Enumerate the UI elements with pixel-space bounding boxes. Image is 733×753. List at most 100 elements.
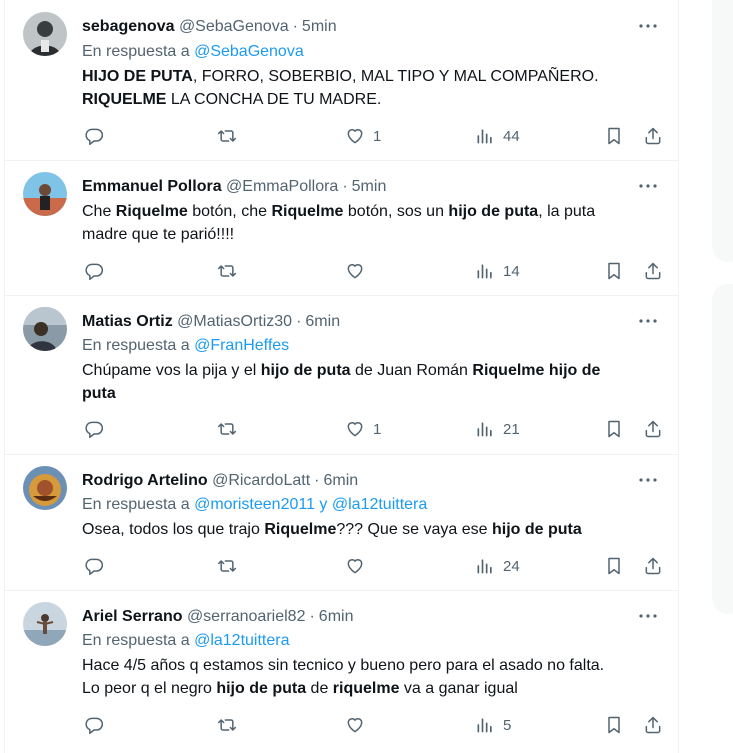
tweet-header: Ariel Serrano @serranoariel82 · 6min <box>82 607 353 627</box>
handle[interactable]: @EmmaPollora <box>226 178 338 195</box>
text: madre que te parió!!!! <box>82 226 235 243</box>
like-button[interactable] <box>345 260 373 282</box>
reply-button[interactable] <box>84 125 104 147</box>
share-button[interactable] <box>643 555 663 577</box>
share-button[interactable] <box>643 125 663 147</box>
tweet[interactable]: sebagenova @SebaGenova · 5min En respuesta… <box>5 0 678 161</box>
avatar[interactable] <box>23 172 67 216</box>
more-icon[interactable] <box>636 16 660 36</box>
reply-button[interactable] <box>84 260 104 282</box>
handle[interactable]: @SebaGenova <box>179 18 289 35</box>
retweet-button[interactable] <box>216 555 238 577</box>
views-icon <box>477 264 492 279</box>
more-icon[interactable] <box>636 176 660 196</box>
tweet-header: Emmanuel Pollora @EmmaPollora · 5min <box>82 177 386 197</box>
timestamp[interactable]: 5min <box>302 18 337 35</box>
text: botón, sos un <box>343 203 449 220</box>
handle[interactable]: @RicardoLatt <box>212 472 310 489</box>
bookmark-button[interactable] <box>604 555 624 577</box>
reply-to-link[interactable]: @SebaGenova <box>194 43 304 60</box>
tweet[interactable]: Emmanuel Pollora @EmmaPollora · 5min Che R… <box>5 160 678 296</box>
handle[interactable]: @serranoariel82 <box>187 608 306 625</box>
tweet[interactable]: Matias Ortiz @MatiasOrtiz30 · 6min En resp… <box>5 295 678 455</box>
like-button[interactable]: 1 <box>345 418 381 440</box>
reply-prefix: En respuesta a <box>82 632 190 649</box>
reply-to-link[interactable]: @FranHeffes <box>194 337 289 354</box>
tweet-text: Chúpame vos la pija y el hijo de puta de… <box>82 359 652 405</box>
timeline: sebagenova @SebaGenova · 5min En respuesta… <box>4 0 679 753</box>
more-icon[interactable] <box>636 606 660 626</box>
share-button[interactable] <box>643 260 663 282</box>
more-icon[interactable] <box>636 311 660 331</box>
retweet-icon <box>217 130 237 142</box>
reply-to-link[interactable]: @moristeen2011 y @la12tuittera <box>194 496 427 513</box>
reply-button[interactable] <box>84 418 104 440</box>
bookmark-button[interactable] <box>604 260 624 282</box>
like-button[interactable] <box>345 555 373 577</box>
bookmark-button[interactable] <box>604 418 624 440</box>
display-name[interactable]: Rodrigo Artelino <box>82 472 208 489</box>
display-name[interactable]: Ariel Serrano <box>82 608 182 625</box>
views-button[interactable]: 5 <box>475 714 511 736</box>
more-icon[interactable] <box>636 470 660 490</box>
share-button[interactable] <box>643 714 663 736</box>
bookmark-icon <box>608 127 620 145</box>
retweet-button[interactable] <box>216 260 238 282</box>
tweet-text: Hace 4/5 años q estamos sin tecnico y bu… <box>82 654 652 700</box>
like-button[interactable]: 1 <box>345 125 381 147</box>
bookmark-icon <box>608 262 620 280</box>
heart-icon <box>347 559 363 574</box>
handle[interactable]: @MatiasOrtiz30 <box>177 313 292 330</box>
reply-icon <box>85 128 104 146</box>
views-button[interactable]: 14 <box>475 260 520 282</box>
bookmark-button[interactable] <box>604 714 624 736</box>
bookmark-icon <box>608 420 620 438</box>
reply-button[interactable] <box>84 714 104 736</box>
text-bold: Riquelme <box>264 521 337 538</box>
separator: · <box>292 18 298 35</box>
action-bar: 14 <box>82 260 662 282</box>
tweet[interactable]: Ariel Serrano @serranoariel82 · 6min En re… <box>5 590 678 753</box>
timestamp[interactable]: 6min <box>323 472 358 489</box>
separator: · <box>342 178 348 195</box>
like-button[interactable] <box>345 714 373 736</box>
text: , la puta <box>538 203 596 220</box>
sidebar-card <box>712 284 733 614</box>
views-icon <box>477 422 492 437</box>
text-bold: HIJO DE PUTA <box>82 68 193 85</box>
bookmark-button[interactable] <box>604 125 624 147</box>
share-button[interactable] <box>643 418 663 440</box>
display-name[interactable]: sebagenova <box>82 18 174 35</box>
views-icon <box>477 129 492 144</box>
tweet-header: Rodrigo Artelino @RicardoLatt · 6min <box>82 471 358 491</box>
reply-context: En respuesta a @SebaGenova <box>82 42 304 62</box>
avatar[interactable] <box>23 466 67 510</box>
views-button[interactable]: 44 <box>475 125 520 147</box>
reply-to-link[interactable]: @la12tuittera <box>194 632 289 649</box>
retweet-button[interactable] <box>216 714 238 736</box>
avatar[interactable] <box>23 307 67 351</box>
avatar[interactable] <box>23 602 67 646</box>
display-name[interactable]: Matias Ortiz <box>82 313 173 330</box>
like-count: 1 <box>373 127 382 145</box>
reply-button[interactable] <box>84 555 104 577</box>
display-name[interactable]: Emmanuel Pollora <box>82 178 222 195</box>
retweet-button[interactable] <box>216 418 238 440</box>
text: va a ganar igual <box>399 680 518 697</box>
tweet[interactable]: Rodrigo Artelino @RicardoLatt · 6min En re… <box>5 454 678 591</box>
views-button[interactable]: 24 <box>475 555 520 577</box>
avatar[interactable] <box>23 12 67 56</box>
tweet-text: Osea, todos los que trajo Riquelme??? Qu… <box>82 518 652 541</box>
timestamp[interactable]: 5min <box>352 178 387 195</box>
action-bar: 1 21 <box>82 418 662 440</box>
timestamp[interactable]: 6min <box>305 313 340 330</box>
views-icon <box>477 718 492 733</box>
views-button[interactable]: 21 <box>475 418 520 440</box>
retweet-button[interactable] <box>216 125 238 147</box>
share-icon <box>645 420 661 438</box>
text: Hace 4/5 años q estamos sin tecnico y bu… <box>82 657 605 674</box>
reply-prefix: En respuesta a <box>82 496 190 513</box>
action-bar: 24 <box>82 555 662 577</box>
text-bold: Riquelme <box>115 203 188 220</box>
timestamp[interactable]: 6min <box>319 608 354 625</box>
